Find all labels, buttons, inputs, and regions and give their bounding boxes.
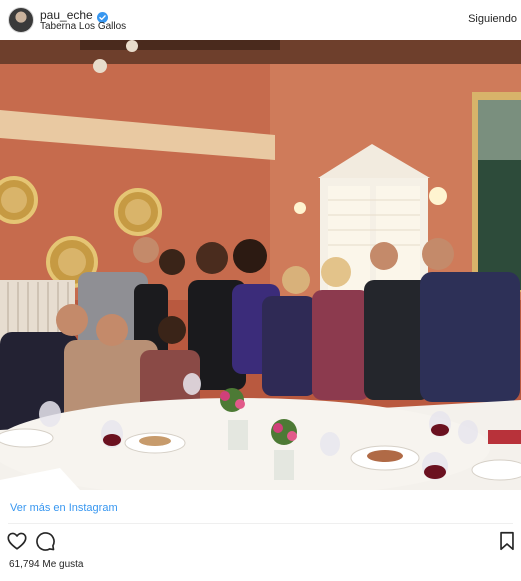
comment-icon[interactable]: [34, 530, 56, 552]
following-button[interactable]: Siguiendo: [468, 13, 517, 25]
avatar[interactable]: [8, 7, 34, 33]
location-link[interactable]: Taberna Los Gallos: [40, 21, 126, 32]
heart-icon[interactable]: [6, 530, 28, 552]
view-more-link[interactable]: Ver más en Instagram: [10, 502, 118, 514]
divider: [8, 523, 513, 524]
action-bar: [0, 530, 521, 554]
post-header: pau_eche Taberna Los Gallos Siguiendo: [0, 0, 521, 40]
username-link[interactable]: pau_eche: [40, 8, 93, 22]
like-count[interactable]: 61,794 Me gusta: [9, 559, 84, 570]
bookmark-icon[interactable]: [496, 530, 518, 552]
instagram-embed-card: pau_eche Taberna Los Gallos Siguiendo Ve…: [0, 0, 521, 581]
username-row: pau_eche: [40, 8, 108, 23]
verified-badge-icon: [96, 10, 108, 23]
post-photo[interactable]: [0, 40, 521, 490]
